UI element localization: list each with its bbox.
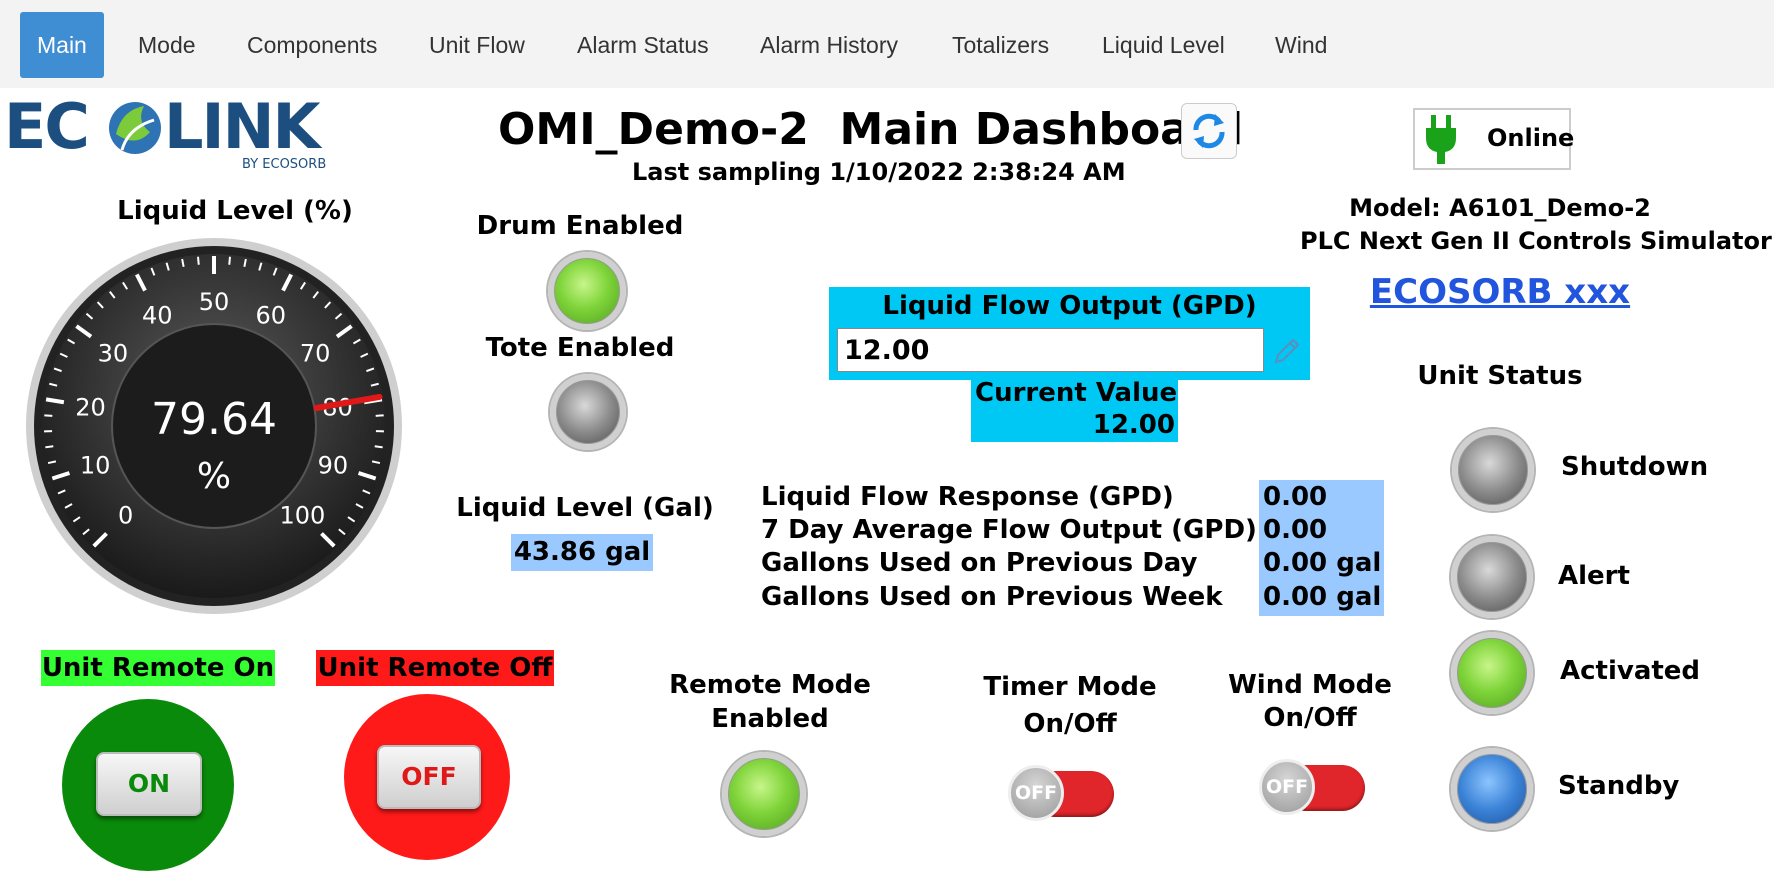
remote-mode-label-line2: Enabled xyxy=(711,704,829,734)
gauge-minor-tick xyxy=(44,414,53,417)
gauge-minor-tick xyxy=(228,256,231,265)
stats-value-box: 0.00 0.00 0.00 gal 0.00 gal xyxy=(1259,480,1384,616)
gauge-tick-label: 70 xyxy=(300,340,331,368)
unit-remote-on-label: Unit Remote On xyxy=(41,650,275,686)
gauge-tick-label: 60 xyxy=(255,302,286,330)
ecolink-logo: EC LINK BY ECOSORB xyxy=(4,90,349,174)
connection-status-badge: Online xyxy=(1413,108,1575,170)
plug-icon xyxy=(1421,112,1461,168)
ecosorb-link[interactable]: ECOSORB xxx xyxy=(1300,272,1700,312)
stat-value-gallons-prev-day: 0.00 gal xyxy=(1263,548,1382,578)
timer-mode-toggle-knob: OFF xyxy=(1008,765,1064,821)
gauge-major-tick xyxy=(45,397,65,405)
wind-mode-label-line1: Wind Mode xyxy=(1228,670,1392,700)
gauge-minor-tick xyxy=(375,414,384,417)
gauge-tick-label: 100 xyxy=(279,501,325,529)
timer-mode-label-line1: Timer Mode xyxy=(983,672,1157,702)
gauge-minor-tick xyxy=(45,445,54,449)
status-shutdown-label: Shutdown xyxy=(1561,452,1709,482)
nav-tab-alarm-status[interactable]: Alarm Status xyxy=(560,12,726,78)
gauge-tick-label: 20 xyxy=(75,393,106,421)
liquid-level-gal-value: 43.86 gal xyxy=(511,534,653,571)
tote-enabled-indicator xyxy=(550,374,626,450)
gauge-tick-label: 0 xyxy=(118,501,133,529)
stat-value-flow-response: 0.00 xyxy=(1263,482,1328,512)
unit-remote-off-label: Unit Remote Off xyxy=(316,650,554,686)
svg-text:EC: EC xyxy=(4,92,88,163)
current-value: 12.00 xyxy=(1092,410,1175,440)
svg-text:BY ECOSORB: BY ECOSORB xyxy=(242,157,326,172)
nav-tab-liquid-level[interactable]: Liquid Level xyxy=(1085,12,1242,78)
status-standby-indicator xyxy=(1451,748,1533,830)
remote-mode-indicator xyxy=(722,752,806,836)
status-alert-indicator xyxy=(1451,536,1533,618)
gauge-title: Liquid Level (%) xyxy=(117,196,353,226)
controller-line: PLC Next Gen II Controls Simulator xyxy=(1300,227,1772,255)
remote-on-button[interactable]: ON xyxy=(96,752,202,816)
gauge-value: 79.64 xyxy=(151,394,277,445)
nav-tab-components[interactable]: Components xyxy=(230,12,394,78)
current-value-label: Current Value xyxy=(975,378,1178,408)
pencil-icon[interactable] xyxy=(1271,335,1303,367)
stat-label-flow-response: Liquid Flow Response (GPD) xyxy=(761,482,1174,512)
unit-name: OMI_Demo-2 xyxy=(498,104,809,155)
liquid-level-gauge: 010203040 50 60708090100 79.64 % xyxy=(26,238,402,614)
nav-tab-totalizers[interactable]: Totalizers xyxy=(935,12,1066,78)
remote-off-button[interactable]: OFF xyxy=(377,745,481,809)
liquid-level-gal-label: Liquid Level (Gal) xyxy=(456,493,714,523)
last-sampling: Last sampling 1/10/2022 2:38:24 AM xyxy=(632,158,1126,186)
status-activated-label: Activated xyxy=(1560,656,1701,686)
flow-output-input[interactable] xyxy=(837,328,1264,372)
top-nav: Main Mode Components Unit Flow Alarm Sta… xyxy=(0,0,1774,88)
status-alert-label: Alert xyxy=(1558,561,1630,591)
wind-mode-toggle-knob: OFF xyxy=(1259,759,1315,815)
nav-tab-main[interactable]: Main xyxy=(20,12,104,78)
nav-tab-unit-flow[interactable]: Unit Flow xyxy=(412,12,542,78)
gauge-tick-label: 40 xyxy=(142,302,173,330)
drum-enabled-label: Drum Enabled xyxy=(476,211,684,241)
nav-tab-alarm-history[interactable]: Alarm History xyxy=(743,12,915,78)
svg-text:LINK: LINK xyxy=(164,92,322,163)
status-shutdown-indicator xyxy=(1452,429,1534,511)
tote-enabled-label: Tote Enabled xyxy=(485,333,675,363)
gauge-minor-tick xyxy=(374,445,383,449)
stat-value-7day-average: 0.00 xyxy=(1263,515,1328,545)
page-title: OMI_Demo-2 Main Dashboard xyxy=(498,104,1243,155)
flow-output-panel: Liquid Flow Output (GPD) xyxy=(829,287,1310,380)
status-activated-indicator xyxy=(1451,632,1533,714)
connection-status-text: Online xyxy=(1487,124,1575,152)
ecolink-logo-mark: EC LINK BY ECOSORB xyxy=(4,90,326,172)
status-standby-label: Standby xyxy=(1558,771,1680,801)
model-line: Model: A6101_Demo-2 xyxy=(1349,194,1651,222)
stat-value-gallons-prev-week: 0.00 gal xyxy=(1263,582,1382,612)
timer-mode-toggle[interactable]: OFF xyxy=(1008,763,1118,821)
gauge-minor-tick xyxy=(197,256,200,265)
nav-tab-wind[interactable]: Wind xyxy=(1258,12,1344,78)
drum-enabled-indicator xyxy=(548,252,626,330)
gauge-tick-label: 10 xyxy=(80,452,111,480)
gauge-tick-label: 50 xyxy=(199,288,230,316)
gauge-tick-label: 90 xyxy=(318,452,349,480)
stat-label-gallons-prev-week: Gallons Used on Previous Week xyxy=(761,582,1223,612)
refresh-button[interactable] xyxy=(1181,103,1237,159)
gauge-tick-label: 30 xyxy=(98,340,129,368)
flow-output-label: Liquid Flow Output (GPD) xyxy=(882,291,1257,321)
wind-mode-toggle[interactable]: OFF xyxy=(1259,757,1369,815)
current-value-panel: Current Value 12.00 xyxy=(971,378,1178,442)
stat-label-7day-average: 7 Day Average Flow Output (GPD) xyxy=(761,515,1257,545)
gauge-unit: % xyxy=(197,456,231,497)
stat-label-gallons-prev-day: Gallons Used on Previous Day xyxy=(761,548,1198,578)
wind-mode-label-line2: On/Off xyxy=(1263,703,1357,733)
timer-mode-label-line2: On/Off xyxy=(1023,709,1117,739)
refresh-icon xyxy=(1193,113,1225,149)
unit-status-title: Unit Status xyxy=(1417,361,1583,391)
remote-mode-label-line1: Remote Mode xyxy=(669,670,871,700)
nav-tab-mode[interactable]: Mode xyxy=(121,12,213,78)
